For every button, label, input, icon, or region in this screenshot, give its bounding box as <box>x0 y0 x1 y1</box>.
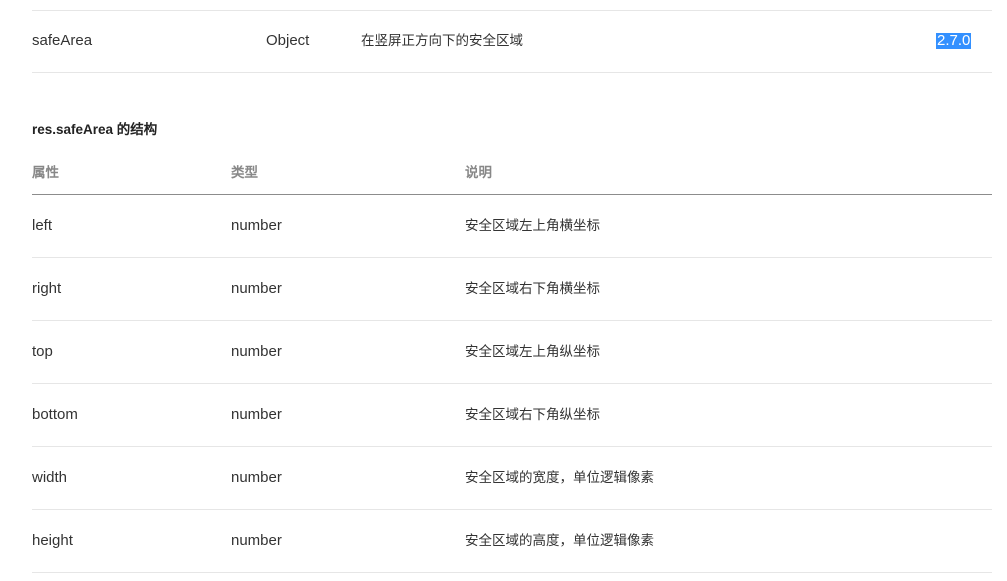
table-row: left number 安全区域左上角横坐标 <box>32 195 992 258</box>
table-row: top number 安全区域左上角纵坐标 <box>32 321 992 384</box>
cell-type: number <box>231 343 282 360</box>
cell-type: number <box>231 406 282 423</box>
property-row-safearea: safeArea Object 在竖屏正方向下的安全区域 2.7.0 <box>32 11 992 73</box>
cell-property: bottom <box>32 406 78 423</box>
header-property: 属性 <box>32 165 59 180</box>
cell-description: 安全区域的宽度，单位逻辑像素 <box>465 470 654 485</box>
safearea-structure-table: 属性 类型 说明 left number 安全区域左上角横坐标 right nu… <box>32 152 992 573</box>
cell-description: 安全区域的高度，单位逻辑像素 <box>465 533 654 548</box>
cell-description: 安全区域右下角横坐标 <box>465 281 600 296</box>
property-type: Object <box>266 32 310 49</box>
section-title: res.safeArea 的结构 <box>32 122 158 137</box>
cell-type: number <box>231 217 282 234</box>
header-description: 说明 <box>465 165 492 180</box>
table-header: 属性 类型 说明 <box>32 152 992 195</box>
table-row: height number 安全区域的高度，单位逻辑像素 <box>32 510 992 573</box>
cell-type: number <box>231 280 282 297</box>
cell-description: 安全区域右下角纵坐标 <box>465 407 600 422</box>
cell-property: left <box>32 217 53 234</box>
property-name: safeArea <box>32 32 93 49</box>
cell-property: right <box>32 280 62 297</box>
header-type: 类型 <box>231 165 258 180</box>
cell-property: top <box>32 343 53 360</box>
cell-type: number <box>231 469 282 486</box>
version-text-selected[interactable]: 2.7.0 <box>936 33 972 49</box>
cell-property: width <box>32 469 68 486</box>
cell-type: number <box>231 532 282 549</box>
property-description: 在竖屏正方向下的安全区域 <box>361 33 523 48</box>
cell-description: 安全区域左上角横坐标 <box>465 218 600 233</box>
cell-description: 安全区域左上角纵坐标 <box>465 344 600 359</box>
table-row: right number 安全区域右下角横坐标 <box>32 258 992 321</box>
table-row: bottom number 安全区域右下角纵坐标 <box>32 384 992 447</box>
cell-property: height <box>32 532 73 549</box>
table-row: width number 安全区域的宽度，单位逻辑像素 <box>32 447 992 510</box>
